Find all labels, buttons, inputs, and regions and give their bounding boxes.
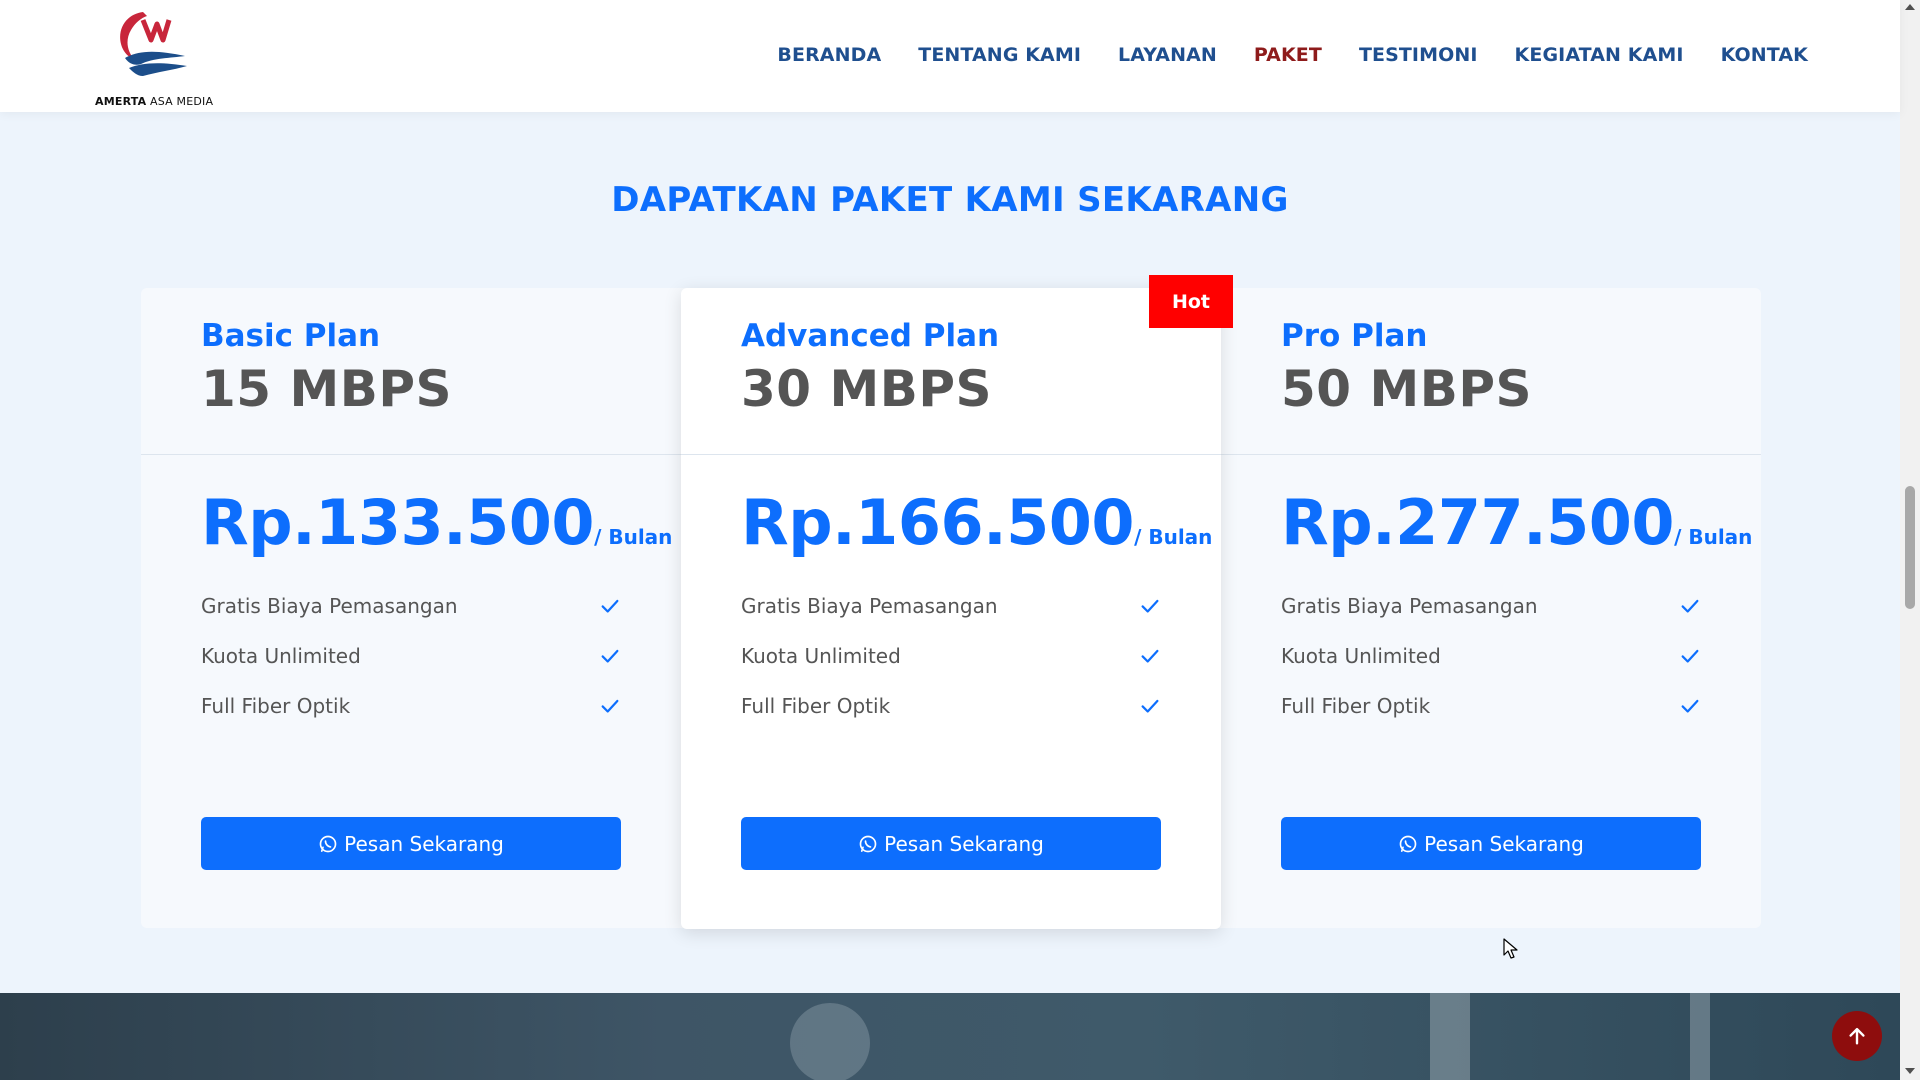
nav-beranda[interactable]: BERANDA [777, 44, 881, 66]
plan-name: Advanced Plan [741, 318, 1000, 354]
check-icon [1141, 699, 1159, 713]
logo-icon [120, 12, 187, 76]
arrow-up-icon [1849, 1027, 1865, 1045]
plan-name: Basic Plan [201, 318, 381, 354]
check-icon [1681, 649, 1699, 663]
check-icon [601, 599, 619, 613]
scroll-up-arrow-icon[interactable] [1905, 4, 1915, 10]
feature-list: Gratis Biaya Pemasangan Kuota Unlimited … [741, 593, 1161, 743]
logo-text: AMERTA ASA MEDIA [95, 95, 214, 108]
nav-tentang-kami[interactable]: TENTANG KAMI [918, 44, 1081, 66]
logo[interactable]: AMERTA ASA MEDIA [95, 6, 220, 108]
check-icon [601, 699, 619, 713]
order-button[interactable]: Pesan Sekarang [201, 817, 621, 870]
feature-list: Gratis Biaya Pemasangan Kuota Unlimited … [1281, 593, 1701, 743]
nav-kegiatan-kami[interactable]: KEGIATAN KAMI [1515, 44, 1684, 66]
scrollbar-thumb[interactable] [1905, 486, 1915, 609]
main-nav: BERANDA TENTANG KAMI LAYANAN PAKET TESTI… [777, 44, 1808, 66]
whatsapp-icon [319, 835, 337, 852]
plan-header: Pro Plan 50 MBPS [1221, 288, 1761, 455]
plan-speed: 15 MBPS [201, 360, 453, 418]
price-period: / Bulan [594, 525, 673, 549]
feature-item: Kuota Unlimited [741, 643, 1161, 693]
plan-header: Basic Plan 15 MBPS [141, 288, 681, 455]
plan-price: Rp.166.500/ Bulan [741, 486, 1212, 559]
order-button-label: Pesan Sekarang [1424, 831, 1584, 856]
plan-card-advanced: Advanced Plan 30 MBPS Rp.166.500/ Bulan … [681, 288, 1221, 929]
price-amount: Rp.277.500 [1281, 486, 1675, 559]
feature-item: Full Fiber Optik [741, 693, 1161, 743]
mouse-cursor-icon [1503, 938, 1518, 959]
plan-speed: 30 MBPS [741, 360, 993, 418]
check-icon [1141, 649, 1159, 663]
order-button[interactable]: Pesan Sekarang [1281, 817, 1701, 870]
section-title: DAPATKAN PAKET KAMI SEKARANG [611, 180, 1289, 220]
scroll-to-top-button[interactable] [1832, 1011, 1882, 1061]
price-period: / Bulan [1134, 525, 1213, 549]
whatsapp-icon [1399, 835, 1417, 852]
price-amount: Rp.166.500 [741, 486, 1135, 559]
scroll-down-arrow-icon[interactable] [1905, 1068, 1915, 1074]
check-icon [1681, 699, 1699, 713]
plan-price: Rp.133.500/ Bulan [201, 486, 672, 559]
feature-item: Full Fiber Optik [1281, 693, 1701, 743]
order-button-label: Pesan Sekarang [344, 831, 504, 856]
plan-header: Advanced Plan 30 MBPS [681, 288, 1221, 455]
background-shape [1690, 993, 1710, 1080]
price-period: / Bulan [1674, 525, 1753, 549]
feature-item: Gratis Biaya Pemasangan [741, 593, 1161, 643]
check-icon [601, 649, 619, 663]
hot-badge: Hot [1149, 275, 1233, 328]
plan-card-basic: Basic Plan 15 MBPS Rp.133.500/ Bulan Gra… [141, 288, 681, 928]
feature-list: Gratis Biaya Pemasangan Kuota Unlimited … [201, 593, 621, 743]
background-shape [790, 1003, 870, 1080]
order-button[interactable]: Pesan Sekarang [741, 817, 1161, 870]
price-amount: Rp.133.500 [201, 486, 595, 559]
whatsapp-icon [859, 835, 877, 852]
pricing-plans: Basic Plan 15 MBPS Rp.133.500/ Bulan Gra… [141, 288, 1761, 929]
check-icon [1141, 599, 1159, 613]
feature-item: Kuota Unlimited [1281, 643, 1701, 693]
scrollbar[interactable] [1900, 0, 1920, 1080]
plan-price: Rp.277.500/ Bulan [1281, 486, 1752, 559]
check-icon [1681, 599, 1699, 613]
nav-layanan[interactable]: LAYANAN [1118, 44, 1217, 66]
order-button-label: Pesan Sekarang [884, 831, 1044, 856]
feature-item: Gratis Biaya Pemasangan [201, 593, 621, 643]
nav-kontak[interactable]: KONTAK [1721, 44, 1808, 66]
plan-speed: 50 MBPS [1281, 360, 1533, 418]
nav-paket[interactable]: PAKET [1254, 44, 1322, 66]
site-header: AMERTA ASA MEDIA BERANDA TENTANG KAMI LA… [0, 0, 1900, 112]
background-shape [1430, 993, 1470, 1080]
feature-item: Full Fiber Optik [201, 693, 621, 743]
plan-name: Pro Plan [1281, 318, 1428, 354]
next-section-background [0, 993, 1900, 1080]
nav-testimoni[interactable]: TESTIMONI [1359, 44, 1478, 66]
feature-item: Gratis Biaya Pemasangan [1281, 593, 1701, 643]
feature-item: Kuota Unlimited [201, 643, 621, 693]
plan-card-pro: Pro Plan 50 MBPS Rp.277.500/ Bulan Grati… [1221, 288, 1761, 928]
